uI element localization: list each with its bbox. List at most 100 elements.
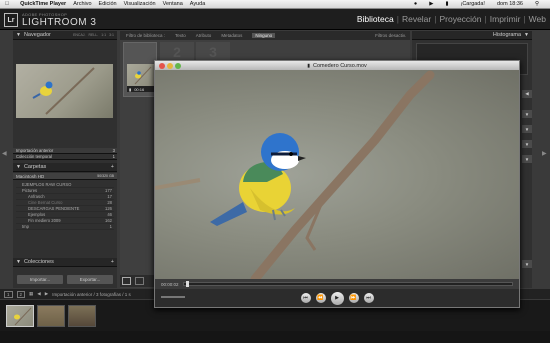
- battery-icon[interactable]: ▮: [445, 1, 448, 7]
- filter-metadata[interactable]: Metadatos: [221, 33, 242, 38]
- module-biblioteca[interactable]: Biblioteca: [357, 14, 394, 24]
- filmstrip-thumb[interactable]: [6, 305, 34, 327]
- export-button[interactable]: Exportar...: [67, 275, 113, 284]
- rewind-start-button[interactable]: ⏮: [300, 293, 311, 303]
- forward-end-button[interactable]: ⏭: [363, 293, 374, 303]
- close-icon[interactable]: [159, 62, 165, 69]
- navigator-preview[interactable]: [16, 64, 113, 118]
- volume-row[interactable]: Macintosh HD 50/320 GB: [13, 173, 117, 180]
- filmstrip-thumb[interactable]: [37, 305, 65, 327]
- battery-status[interactable]: ¡Cargada!: [461, 1, 485, 7]
- rewind-button[interactable]: ⏪: [315, 293, 326, 303]
- menu-app[interactable]: QuickTime Player: [20, 1, 66, 7]
- apple-icon[interactable]: : [5, 1, 9, 7]
- playback-controls: ⏮ ⏪ ▶ ⏩ ⏭: [155, 289, 519, 307]
- filter-attribute[interactable]: Atributo: [196, 33, 212, 38]
- folder-tree: EJEMPLOS RAW CURSO Pictures 177 Anfrasch 1…: [16, 182, 114, 230]
- menu-archivo[interactable]: Archivo: [73, 1, 91, 7]
- tree-item-count: 17: [107, 194, 112, 199]
- panel-arrow-button[interactable]: ▼: [522, 110, 532, 118]
- volume-icon[interactable]: ▶: [429, 1, 433, 7]
- page-2-button[interactable]: 2: [16, 290, 26, 298]
- filters-off[interactable]: Filtros desactiv.: [375, 33, 406, 38]
- scrub-track[interactable]: [183, 281, 513, 287]
- tree-item[interactable]: tmp 1: [16, 224, 114, 230]
- quicktime-title: Comedero Curso.mov: [312, 62, 367, 69]
- grid-thumbnail[interactable]: [127, 64, 154, 86]
- volume-label: Macintosh HD: [16, 173, 45, 179]
- filmstrip-thumb[interactable]: [68, 305, 96, 327]
- zoom-fit[interactable]: ENCAJ.: [73, 33, 85, 37]
- zoom-fill[interactable]: RELL.: [89, 33, 99, 37]
- add-folder-icon[interactable]: +: [111, 164, 114, 170]
- import-prev-label: Importación anterior: [16, 148, 54, 153]
- module-proyeccion[interactable]: Proyección: [439, 14, 481, 24]
- menu-edicion[interactable]: Edición: [99, 1, 117, 7]
- panel-arrow-button[interactable]: ▼: [522, 125, 532, 133]
- filter-none[interactable]: Ninguno: [252, 33, 276, 38]
- temp-collection-count: 1: [112, 154, 115, 159]
- sync-button[interactable]: ▼: [522, 260, 532, 268]
- zoom-1-1[interactable]: 1:1: [101, 33, 106, 37]
- navigator-zoom: ENCAJ. RELL. 1:1 3:1: [73, 33, 114, 37]
- quick-develop-button[interactable]: ◀: [522, 90, 532, 98]
- panel-arrow-button[interactable]: ▼: [522, 140, 532, 148]
- folders-header[interactable]: ▼ Carpetas +: [13, 163, 117, 172]
- collections-header[interactable]: ▼ Colecciones +: [13, 258, 117, 267]
- menu-visualizacion[interactable]: Visualización: [124, 1, 156, 7]
- page-1-button[interactable]: 1: [4, 290, 13, 298]
- scrub-bar: 00:00:02: [155, 279, 519, 289]
- zoom-3-1[interactable]: 3:1: [109, 33, 114, 37]
- quicktime-titlebar[interactable]: ▮ Comedero Curso.mov: [155, 61, 519, 70]
- tree-item-count: 177: [105, 188, 112, 193]
- navigator-header[interactable]: ▼ Navegador ENCAJ. RELL. 1:1 3:1: [13, 31, 117, 40]
- brand-title: LIGHTROOM 3: [22, 17, 97, 28]
- filter-text[interactable]: Texto: [175, 33, 186, 38]
- forward-icon[interactable]: ▶: [45, 291, 48, 297]
- grid-icon[interactable]: ▦: [29, 291, 33, 297]
- panel-arrow-button[interactable]: ▼: [522, 155, 532, 163]
- navigator-title: Navegador: [23, 32, 51, 38]
- histogram-header[interactable]: Histograma ▼: [412, 31, 532, 40]
- tree-item-label: tmp: [22, 224, 29, 229]
- import-button[interactable]: Importar...: [17, 275, 63, 284]
- play-button[interactable]: ▶: [330, 291, 344, 305]
- back-icon[interactable]: ◀: [37, 291, 40, 297]
- wifi-icon[interactable]: ●: [414, 1, 417, 7]
- zoom-icon[interactable]: [175, 62, 181, 69]
- tree-item-count: 28: [107, 200, 112, 205]
- volume-size: 50/320 GB: [97, 174, 114, 178]
- tree-item-count: 162: [105, 218, 112, 223]
- tree-item-count: 126: [105, 206, 112, 211]
- module-imprimir[interactable]: Imprimir: [490, 14, 521, 24]
- module-revelar[interactable]: Revelar: [402, 14, 431, 24]
- collapse-icon: ▼: [16, 259, 21, 265]
- add-collection-icon[interactable]: +: [111, 259, 114, 265]
- left-panel-toggle-icon[interactable]: ◀: [2, 150, 7, 157]
- scrub-playhead[interactable]: [186, 281, 189, 287]
- minimize-icon[interactable]: [167, 62, 173, 69]
- mac-menubar:  QuickTime Player Archivo Edición Visua…: [0, 0, 550, 9]
- video-duration-badge: ▮ 00:16: [127, 86, 154, 92]
- grid-view-icon[interactable]: [122, 277, 131, 285]
- menu-ventana[interactable]: Ventana: [163, 1, 183, 7]
- right-panel-toggle-icon[interactable]: ▶: [542, 150, 547, 157]
- spotlight-icon[interactable]: ⚲: [535, 1, 539, 7]
- tree-item-label: Ejemplos: [28, 212, 46, 217]
- bird-thumb-image: [14, 307, 32, 326]
- volume-slider[interactable]: [161, 296, 185, 298]
- video-frame[interactable]: [154, 70, 519, 284]
- menu-ayuda[interactable]: Ayuda: [190, 1, 206, 7]
- tree-item-label: Anfrasch: [28, 194, 45, 199]
- tree-item-label: Cine Bernat Curso: [28, 200, 63, 205]
- clock[interactable]: dom 18:36: [497, 1, 523, 7]
- dock-area: [0, 331, 550, 343]
- temp-collection-row[interactable]: Colección temporal 1: [13, 154, 117, 160]
- grid-cell[interactable]: 3: [196, 42, 230, 62]
- grid-cell[interactable]: 2: [160, 42, 194, 62]
- loupe-view-icon[interactable]: [135, 277, 144, 285]
- fast-forward-button[interactable]: ⏩: [348, 293, 359, 303]
- module-web[interactable]: Web: [529, 14, 546, 24]
- collapse-icon: ▼: [524, 32, 529, 38]
- filter-label: Filtro de biblioteca :: [126, 33, 166, 38]
